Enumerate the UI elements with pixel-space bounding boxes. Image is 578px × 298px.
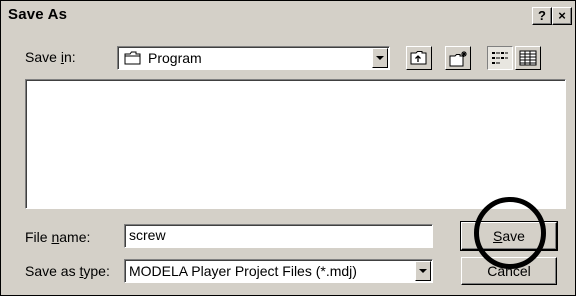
save-as-type-dropdown[interactable]: MODELA Player Project Files (*.mdj) bbox=[124, 259, 433, 283]
up-one-level-button[interactable] bbox=[406, 46, 432, 70]
folder-icon bbox=[124, 51, 141, 65]
new-folder-icon bbox=[449, 51, 467, 67]
details-view-button[interactable] bbox=[515, 46, 541, 70]
list-view-icon bbox=[492, 52, 508, 64]
help-button[interactable]: ? bbox=[532, 7, 552, 25]
file-name-value: screw bbox=[129, 227, 166, 243]
file-name-input[interactable]: screw bbox=[124, 224, 433, 248]
save-in-label: Save in: bbox=[25, 49, 76, 65]
cancel-button[interactable]: Cancel bbox=[461, 257, 557, 285]
up-folder-icon bbox=[410, 51, 427, 65]
help-icon: ? bbox=[538, 8, 546, 23]
details-view-icon bbox=[519, 50, 537, 66]
close-icon: × bbox=[558, 8, 566, 23]
close-button[interactable]: × bbox=[552, 7, 572, 25]
file-name-label: File name: bbox=[25, 229, 91, 245]
save-in-value: Program bbox=[148, 50, 202, 66]
save-as-type-label: Save as type: bbox=[25, 263, 110, 279]
chevron-down-icon[interactable] bbox=[372, 48, 388, 68]
list-view-button[interactable] bbox=[487, 46, 513, 70]
title-bar[interactable]: Save As ? × bbox=[3, 3, 573, 29]
window-title: Save As bbox=[8, 6, 68, 23]
file-list[interactable] bbox=[25, 79, 566, 209]
save-as-type-value: MODELA Player Project Files (*.mdj) bbox=[129, 263, 357, 279]
save-in-dropdown[interactable]: Program bbox=[117, 46, 390, 70]
save-button[interactable]: Save bbox=[460, 221, 558, 251]
create-new-folder-button[interactable] bbox=[445, 46, 471, 70]
chevron-down-icon[interactable] bbox=[415, 261, 431, 281]
save-as-dialog: Save As ? × Save in: Program File name: … bbox=[0, 0, 576, 296]
